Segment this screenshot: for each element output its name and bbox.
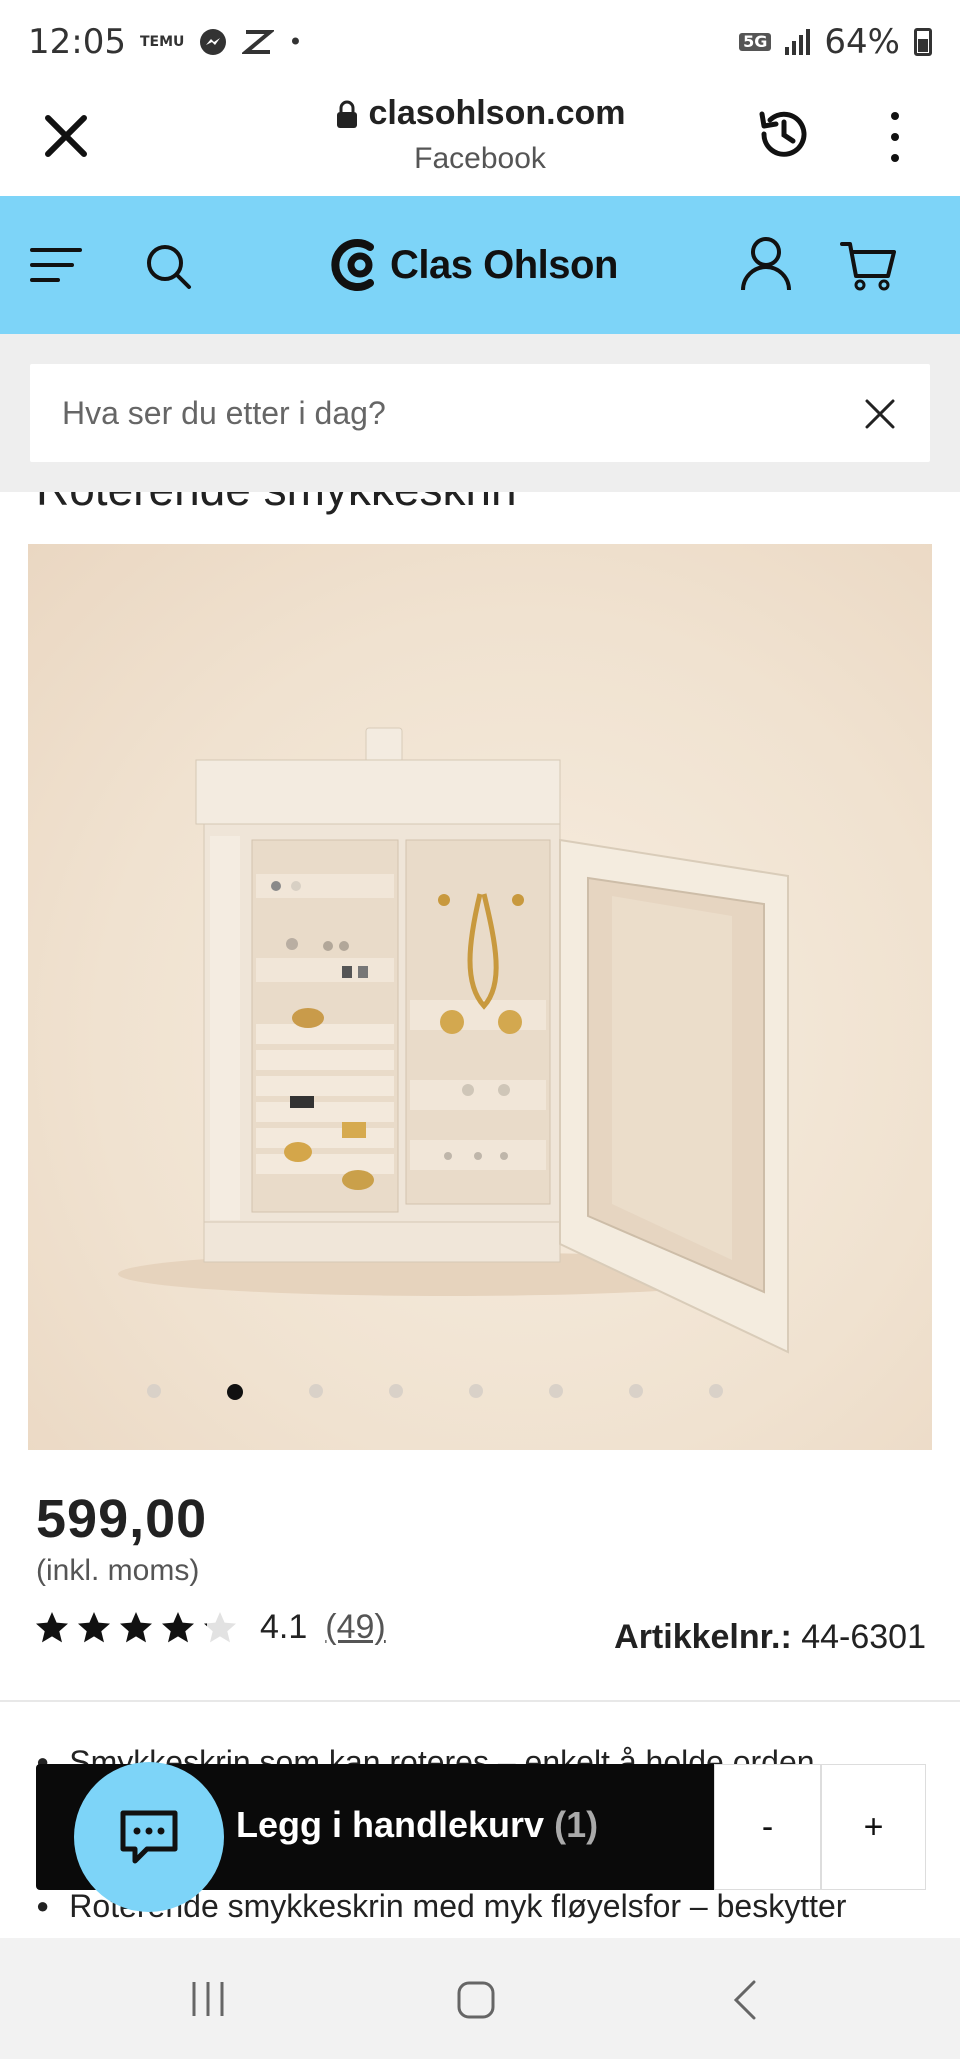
- signal-icon: [785, 29, 811, 55]
- status-bar: 12:05 TEMU • 5G 64%: [0, 0, 960, 84]
- add-to-cart-button[interactable]: Legg i handlekurv (1): [236, 1804, 598, 1846]
- search-icon[interactable]: [144, 242, 192, 290]
- carousel-dots: [28, 1384, 932, 1400]
- add-to-cart-label: Legg i handlekurv: [236, 1804, 545, 1845]
- brand-name: Clas Ohlson: [390, 242, 618, 287]
- user-icon[interactable]: [740, 236, 792, 292]
- chat-icon: [120, 1810, 178, 1864]
- browser-toolbar: clasohlson.com Facebook: [0, 84, 960, 196]
- battery-percent: 64%: [824, 22, 900, 62]
- quantity-stepper: - +: [714, 1764, 926, 1890]
- carousel-dot[interactable]: [227, 1384, 243, 1400]
- divider: [0, 1700, 960, 1702]
- article-number: Artikkelnr.: 44-6301: [614, 1618, 926, 1657]
- back-icon[interactable]: [730, 1980, 760, 2020]
- bullet-dot-icon: ●: [36, 1893, 50, 1918]
- jewelry-box-illustration: [118, 727, 789, 1354]
- history-icon[interactable]: [752, 102, 816, 166]
- battery-icon: [914, 28, 932, 56]
- temu-badge-icon: TEMU: [139, 34, 185, 50]
- star-icon: [36, 1611, 68, 1642]
- notification-dot-icon: •: [288, 28, 303, 56]
- star-icon: [204, 1611, 236, 1642]
- carousel-dot[interactable]: [147, 1384, 161, 1398]
- messenger-icon: [200, 29, 227, 55]
- lock-icon: [336, 100, 357, 128]
- clas-ohlson-logo-icon: [331, 239, 374, 291]
- site-header: Clas Ohlson: [0, 196, 960, 334]
- url-source: Facebook: [414, 141, 546, 175]
- capcut-icon: [242, 30, 275, 54]
- chat-button[interactable]: [74, 1762, 224, 1912]
- star-icon: [162, 1611, 194, 1642]
- cart-count: (1): [554, 1804, 599, 1845]
- rating-stars: [34, 1610, 238, 1646]
- article-label: Artikkelnr.:: [614, 1618, 792, 1656]
- product-image[interactable]: [28, 544, 932, 1450]
- status-time: 12:05: [28, 22, 126, 62]
- carousel-dot[interactable]: [629, 1384, 643, 1398]
- network-badge-icon: 5G: [739, 33, 772, 51]
- search-strip: [0, 334, 960, 492]
- carousel-dot[interactable]: [709, 1384, 723, 1398]
- vat-note: (inkl. moms): [36, 1554, 200, 1587]
- search-input[interactable]: [62, 394, 822, 432]
- more-vert-icon[interactable]: [880, 112, 910, 162]
- clear-search-icon[interactable]: [864, 398, 896, 430]
- carousel-dot[interactable]: [469, 1384, 483, 1398]
- increase-quantity-button[interactable]: +: [819, 1765, 925, 1889]
- recent-apps-icon[interactable]: [188, 1980, 228, 2018]
- cart-icon[interactable]: [840, 240, 896, 292]
- search-box[interactable]: [30, 364, 930, 462]
- decrease-quantity-button[interactable]: -: [715, 1765, 820, 1889]
- logo[interactable]: Clas Ohlson: [330, 232, 618, 298]
- menu-icon[interactable]: [30, 244, 82, 286]
- product-rating[interactable]: 4.1 (49): [34, 1608, 386, 1647]
- star-icon: [120, 1611, 152, 1642]
- rating-value: 4.1: [260, 1608, 308, 1646]
- article-value: 44-6301: [801, 1618, 926, 1656]
- home-icon[interactable]: [456, 1980, 496, 2020]
- product-price: 599,00: [36, 1489, 208, 1549]
- carousel-dot[interactable]: [309, 1384, 323, 1398]
- url-block[interactable]: clasohlson.com Facebook: [0, 94, 960, 176]
- rating-count-link[interactable]: (49): [325, 1608, 385, 1647]
- star-icon: [78, 1611, 110, 1642]
- carousel-dot[interactable]: [549, 1384, 563, 1398]
- system-nav-bar: [0, 1938, 960, 2059]
- url-text: clasohlson.com: [368, 94, 626, 132]
- carousel-dot[interactable]: [389, 1384, 403, 1398]
